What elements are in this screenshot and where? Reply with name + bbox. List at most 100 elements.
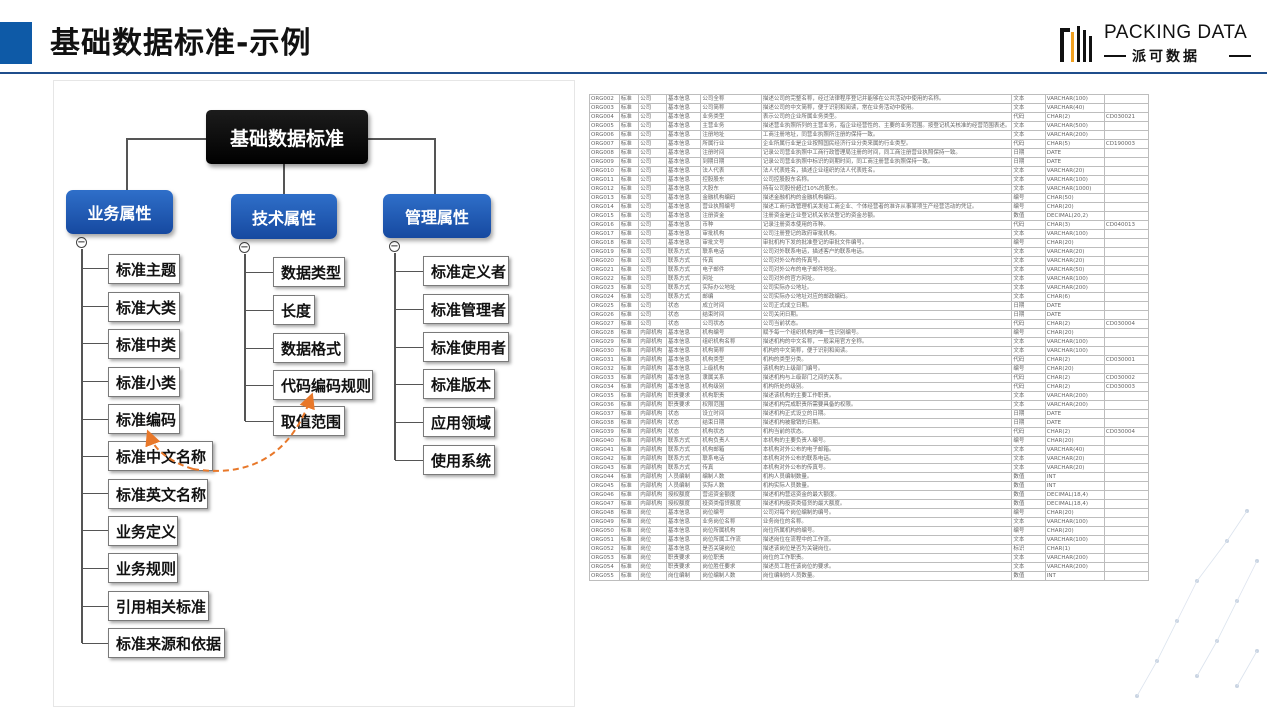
table-cell: ORG026 <box>589 310 620 320</box>
table-cell: 公司 <box>638 292 668 302</box>
table-cell: 基本信息 <box>666 238 702 248</box>
table-cell: 联系方式 <box>666 463 702 473</box>
table-cell: ORG032 <box>589 364 620 374</box>
table-cell: 公司 <box>638 319 668 329</box>
table-cell: 基本信息 <box>666 346 702 356</box>
standard-spec-table-wrap: ORG002 标准 公司 基本信息 公司全称 描述公司的完整名称，经过法律程序登记并能够在… <box>589 94 1149 694</box>
table-cell: 描述金融机构的金融机构编码。 <box>760 193 1013 203</box>
table-cell <box>1103 391 1149 401</box>
table-cell: 营业执照编号 <box>700 202 762 212</box>
table-row: ORG012 标准 公司 基本信息 大股东 持有公司股份超过10%的股东。 文本 VARCHA… <box>589 184 1149 194</box>
table-cell <box>1103 148 1149 158</box>
table-cell <box>1103 229 1149 239</box>
table-row: ORG036 标准 内部机构 职责要求 权限范围 描述机构完成职责所需要具备的权限。 文本 V… <box>589 400 1149 410</box>
table-cell: ORG037 <box>589 409 620 419</box>
table-cell <box>1103 481 1149 491</box>
table-cell: 文本 <box>1011 535 1046 545</box>
table-cell: 标准 <box>618 166 640 176</box>
table-cell: 联系方式 <box>666 436 702 446</box>
table-cell: VARCHAR(50) <box>1044 265 1105 275</box>
table-cell: 内部机构 <box>638 346 668 356</box>
table-cell: 组织机构名称 <box>700 337 762 347</box>
table-cell: 标准 <box>618 427 640 437</box>
table-cell: 人员编制 <box>666 481 702 491</box>
table-cell: 内部机构 <box>638 400 668 410</box>
table-cell: VARCHAR(100) <box>1044 346 1105 356</box>
table-cell <box>1103 274 1149 284</box>
table-row: ORG006 标准 公司 基本信息 注册地址 工商注册地址，同营业执照所注册的保持一致。文… <box>589 130 1149 140</box>
table-cell: 隶属关系 <box>700 373 762 383</box>
table-cell: 基本信息 <box>666 517 702 527</box>
table-cell: 描述公司的完整名称，经过法律程序登记并能够在公共活动中使用的名称。 <box>760 94 1013 104</box>
table-cell: 注册资金是企业登记机关依法登记的资金总额。 <box>760 211 1013 221</box>
table-cell: 结束时间 <box>700 310 762 320</box>
table-cell: 标识 <box>1011 544 1046 554</box>
table-cell: 代码 <box>1011 427 1046 437</box>
table-cell: 公司 <box>638 202 668 212</box>
table-cell <box>1103 193 1149 203</box>
table-row: ORG053 标准 岗位 职责要求 岗位职责 岗位的工作职责。 文本 VARCHAR(200) <box>589 553 1149 563</box>
table-row: ORG002 标准 公司 基本信息 公司全称 描述公司的完整名称，经过法律程序登记并能够在… <box>589 94 1149 104</box>
table-cell: 基本信息 <box>666 220 702 230</box>
table-cell: 数值 <box>1011 490 1046 500</box>
table-cell: CHAR(5) <box>1044 139 1105 149</box>
table-cell: 标准 <box>618 121 640 131</box>
table-cell: 基本信息 <box>666 94 702 104</box>
table-cell: VARCHAR(100) <box>1044 229 1105 239</box>
table-cell: 标准 <box>618 94 640 104</box>
table-cell: 公司注册登记的政府审批机构。 <box>760 229 1013 239</box>
table-cell: 标准 <box>618 103 640 113</box>
table-cell: 数值 <box>1011 211 1046 221</box>
table-cell: 该机构的上级部门编号。 <box>760 364 1013 374</box>
table-cell: 表示公司的企业所属业务类型。 <box>760 112 1013 122</box>
table-row: ORG020 标准 公司 联系方式 传真 公司对外公布的传真号。 文本 VARCHAR(20) <box>589 256 1149 266</box>
table-cell <box>1103 121 1149 131</box>
table-cell: 编号 <box>1011 508 1046 518</box>
table-cell: CD030001 <box>1103 355 1149 365</box>
table-cell: VARCHAR(20) <box>1044 256 1105 266</box>
table-cell: 文本 <box>1011 517 1046 527</box>
table-cell: 持有公司股份超过10%的股东。 <box>760 184 1013 194</box>
table-cell: ORG034 <box>589 382 620 392</box>
table-cell: ORG046 <box>589 490 620 500</box>
table-cell: 注册资金 <box>700 211 762 221</box>
table-cell <box>1103 265 1149 275</box>
table-cell: 本机构对外公布的电子邮箱。 <box>760 445 1013 455</box>
table-cell: 基本信息 <box>666 112 702 122</box>
table-cell: 内部机构 <box>638 328 668 338</box>
table-cell: 标准 <box>618 157 640 167</box>
table-cell: 岗位 <box>638 517 668 527</box>
table-cell: CHAR(2) <box>1044 112 1105 122</box>
table-cell: 公司 <box>638 274 668 284</box>
table-cell: 文本 <box>1011 292 1046 302</box>
table-cell: 基本信息 <box>666 211 702 221</box>
table-cell: VARCHAR(100) <box>1044 535 1105 545</box>
table-cell <box>1103 283 1149 293</box>
table-cell: 标准 <box>618 211 640 221</box>
table-cell: ORG002 <box>589 94 620 104</box>
table-cell: 基本信息 <box>666 544 702 554</box>
table-cell: 标准 <box>618 328 640 338</box>
table-cell: 机构所处的级别。 <box>760 382 1013 392</box>
table-cell: VARCHAR(200) <box>1044 553 1105 563</box>
table-cell: 标准 <box>618 202 640 212</box>
table-cell: 标准 <box>618 490 640 500</box>
table-cell: 标准 <box>618 400 640 410</box>
table-cell: ORG048 <box>589 508 620 518</box>
table-cell: ORG033 <box>589 373 620 383</box>
table-cell: 公司正式成立日期。 <box>760 301 1013 311</box>
table-cell: 标准 <box>618 130 640 140</box>
table-cell: 编号 <box>1011 238 1046 248</box>
table-cell <box>1103 310 1149 320</box>
table-cell: 授权额度 <box>666 490 702 500</box>
table-cell: 日期 <box>1011 418 1046 428</box>
table-cell: 公司实际办公地址。 <box>760 283 1013 293</box>
table-cell: ORG047 <box>589 499 620 509</box>
table-row: ORG033 标准 内部机构 基本信息 隶属关系 描述机构与上级部门之间的关系。 代码 CHA… <box>589 373 1149 383</box>
table-cell: 机构简称 <box>700 346 762 356</box>
table-cell: 机构当前的状态。 <box>760 427 1013 437</box>
table-cell: 文本 <box>1011 346 1046 356</box>
table-cell: 企业所属行业是企业按照国民经济行业分类来属的行业类型。 <box>760 139 1013 149</box>
table-cell: 机构职责 <box>700 391 762 401</box>
table-cell: 标准 <box>618 463 640 473</box>
